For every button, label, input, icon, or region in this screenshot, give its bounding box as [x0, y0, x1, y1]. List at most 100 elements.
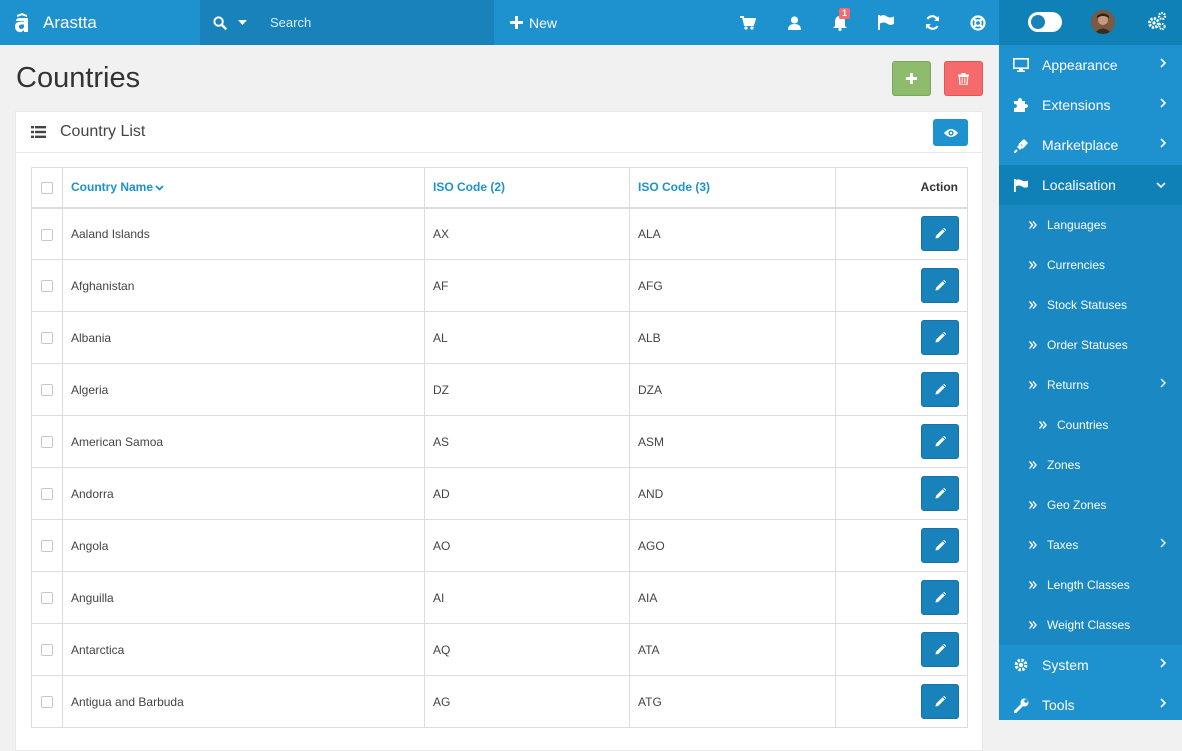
- sidebar-subitem-label: Languages: [1047, 218, 1107, 232]
- delete-button[interactable]: [944, 61, 983, 96]
- row-checkbox[interactable]: [41, 592, 53, 605]
- sidebar-item-marketplace[interactable]: Marketplace: [999, 125, 1182, 165]
- iso-code-2-cell: AS: [424, 415, 630, 468]
- add-new-button[interactable]: [892, 61, 931, 96]
- chevron-right-icon: [1160, 138, 1166, 148]
- country-name-cell: Afghanistan: [62, 259, 425, 312]
- sidebar-item-extensions[interactable]: Extensions: [999, 85, 1182, 125]
- edit-button[interactable]: [921, 684, 959, 719]
- edit-button[interactable]: [921, 580, 959, 615]
- row-checkbox[interactable]: [41, 436, 53, 449]
- settings-button[interactable]: [1147, 11, 1167, 36]
- row-checkbox[interactable]: [41, 384, 53, 397]
- iso-code-2-cell: AL: [424, 311, 630, 364]
- sidebar-subitem-returns[interactable]: Returns: [999, 365, 1182, 405]
- row-checkbox[interactable]: [41, 644, 53, 657]
- trash-icon: [958, 72, 969, 85]
- iso-code-2-cell: DZ: [424, 363, 630, 416]
- row-checkbox[interactable]: [41, 696, 53, 709]
- cart-button[interactable]: [725, 0, 771, 45]
- row-checkbox[interactable]: [41, 540, 53, 553]
- sidebar-subitem-stock-statuses[interactable]: Stock Statuses: [999, 285, 1182, 325]
- edit-button[interactable]: [921, 528, 959, 563]
- iso-code-3-cell: ASM: [629, 415, 836, 468]
- table-row: Afghanistan AF AFG: [31, 259, 968, 312]
- flag-button[interactable]: [863, 0, 909, 45]
- sidebar-item-localisation[interactable]: Localisation: [999, 165, 1182, 205]
- sidebar-item-appearance[interactable]: Appearance: [999, 45, 1182, 85]
- sidebar-subitem-currencies[interactable]: Currencies: [999, 245, 1182, 285]
- sort-by-iso3-link[interactable]: ISO Code (3): [638, 180, 710, 194]
- sidebar-subitem-length-classes[interactable]: Length Classes: [999, 565, 1182, 605]
- flag-icon: [1013, 178, 1029, 192]
- double-chevron-right-icon: [1029, 581, 1037, 589]
- row-select-cell: [31, 571, 63, 624]
- sidebar-subitem-countries[interactable]: Countries: [999, 405, 1182, 445]
- sidebar-subitem-order-statuses[interactable]: Order Statuses: [999, 325, 1182, 365]
- row-select-cell: [31, 623, 63, 676]
- edit-button[interactable]: [921, 476, 959, 511]
- sidebar-subitem-languages[interactable]: Languages: [999, 205, 1182, 245]
- edit-button[interactable]: [921, 372, 959, 407]
- avatar[interactable]: [1091, 10, 1115, 34]
- country-table: Country Name ISO Code (2) ISO Code (3) A…: [31, 167, 968, 728]
- row-checkbox[interactable]: [41, 280, 53, 293]
- sidebar-subitem-label: Taxes: [1047, 538, 1079, 552]
- country-name-cell: Algeria: [62, 363, 425, 416]
- double-chevron-right-icon: [1029, 501, 1037, 509]
- row-checkbox[interactable]: [41, 488, 53, 501]
- refresh-button[interactable]: [909, 0, 955, 45]
- sidebar-toggle-switch[interactable]: [1028, 12, 1062, 32]
- brand[interactable]: Arastta: [0, 0, 200, 45]
- sidebar-subitem-label: Stock Statuses: [1047, 298, 1128, 312]
- row-select-cell: [31, 363, 63, 416]
- pencil-icon: [935, 384, 946, 395]
- country-name-cell: Angola: [62, 519, 425, 572]
- sidebar-item-label: System: [1042, 657, 1089, 673]
- action-cell: [835, 207, 968, 260]
- sidebar-item-tools[interactable]: Tools: [999, 685, 1182, 725]
- row-checkbox[interactable]: [41, 228, 53, 241]
- chevron-right-icon: [1160, 98, 1166, 108]
- double-chevron-right-icon: [1029, 541, 1037, 549]
- country-name-cell: Anguilla: [62, 571, 425, 624]
- edit-button[interactable]: [921, 424, 959, 459]
- select-all-checkbox[interactable]: [41, 182, 53, 195]
- edit-button[interactable]: [921, 268, 959, 303]
- country-name-cell: American Samoa: [62, 415, 425, 468]
- double-chevron-right-icon: [1029, 301, 1037, 309]
- notifications-button[interactable]: 1: [817, 0, 863, 45]
- sidebar-item-system[interactable]: System: [999, 645, 1182, 685]
- chevron-right-icon: [1160, 378, 1166, 388]
- edit-button[interactable]: [921, 320, 959, 355]
- sidebar-subitem-label: Returns: [1047, 378, 1090, 392]
- chevron-right-icon: [1160, 58, 1166, 68]
- sidebar-subitem-taxes[interactable]: Taxes: [999, 525, 1182, 565]
- sidebar-subitem-zones[interactable]: Zones: [999, 445, 1182, 485]
- row-select-cell: [31, 467, 63, 520]
- flag-icon: [878, 15, 894, 30]
- edit-button[interactable]: [921, 216, 959, 252]
- edit-button[interactable]: [921, 632, 959, 667]
- panel-heading: Country List: [16, 112, 982, 153]
- search-icon: [213, 15, 227, 30]
- row-checkbox[interactable]: [41, 332, 53, 345]
- row-select-cell: [31, 519, 63, 572]
- new-button-label: New: [529, 14, 558, 31]
- search-input[interactable]: [270, 15, 470, 30]
- sidebar-subitem-geo-zones[interactable]: Geo Zones: [999, 485, 1182, 525]
- search-dropdown-button[interactable]: [200, 0, 270, 45]
- panel-title: Country List: [60, 123, 146, 140]
- top-icon-group: 1: [725, 0, 1001, 45]
- iso-code-2-cell: AD: [424, 467, 630, 520]
- column-header-name: Country Name: [62, 167, 425, 209]
- sidebar-subitem-weight-classes[interactable]: Weight Classes: [999, 605, 1182, 645]
- sidebar-subitem-label: Currencies: [1047, 258, 1106, 272]
- sort-by-iso2-link[interactable]: ISO Code (2): [433, 180, 505, 194]
- select-all-cell: [31, 167, 63, 209]
- view-toggle-button[interactable]: [933, 119, 968, 146]
- support-button[interactable]: [955, 0, 1001, 45]
- user-button[interactable]: [771, 0, 817, 45]
- new-button[interactable]: New: [510, 0, 557, 45]
- sort-by-name-link[interactable]: Country Name: [71, 180, 164, 194]
